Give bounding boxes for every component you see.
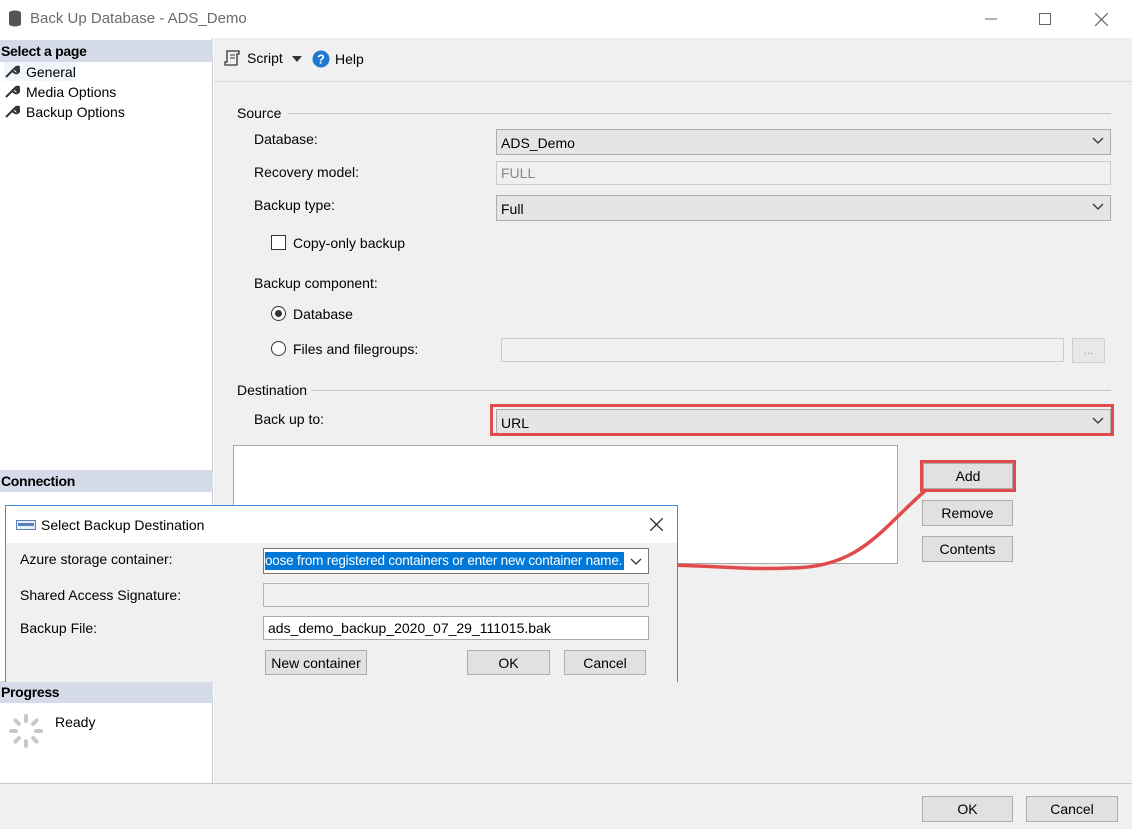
- help-button[interactable]: ? Help: [312, 50, 364, 68]
- maximize-icon: [1039, 13, 1051, 25]
- page-item-media-options[interactable]: Media Options: [4, 82, 116, 101]
- progress-header: Progress: [0, 681, 213, 703]
- svg-text:?: ?: [317, 52, 325, 67]
- add-button-highlight: [920, 460, 1016, 492]
- chevron-down-icon: [1092, 137, 1104, 144]
- destination-divider: [311, 390, 1111, 391]
- copy-only-label: Copy-only backup: [293, 235, 406, 251]
- page-item-backup-options[interactable]: Backup Options: [4, 102, 125, 121]
- filegroups-browse-button[interactable]: ...: [1072, 338, 1105, 363]
- dialog-title-bar: Select Backup Destination: [6, 506, 677, 543]
- connection-header: Connection: [0, 470, 213, 492]
- component-database-radio[interactable]: [271, 306, 286, 321]
- window-title: Back Up Database - ADS_Demo: [30, 10, 247, 27]
- dialog-cancel-button[interactable]: Cancel: [564, 650, 646, 675]
- caret-down-icon: [292, 56, 302, 62]
- script-button[interactable]: Script: [224, 50, 283, 66]
- backup-component-label: Backup component:: [254, 275, 378, 291]
- progress-spinner-icon: [9, 714, 43, 748]
- new-container-button[interactable]: New container: [265, 650, 367, 675]
- wrench-icon: [5, 105, 20, 118]
- dialog-window-icon: [16, 520, 36, 530]
- database-value: ADS_Demo: [501, 135, 575, 151]
- copy-only-checkbox[interactable]: [271, 235, 286, 250]
- destination-group-label: Destination: [237, 382, 308, 398]
- footer-bar: OK Cancel: [0, 783, 1132, 829]
- page-item-label: Media Options: [26, 83, 117, 100]
- component-files-radio[interactable]: [271, 341, 286, 356]
- wrench-icon: [5, 65, 20, 78]
- maximize-button[interactable]: [1022, 0, 1068, 38]
- source-divider: [288, 113, 1111, 114]
- help-label: Help: [335, 51, 364, 67]
- chevron-down-icon: [630, 558, 642, 565]
- filegroups-field: [501, 338, 1064, 362]
- backup-type-label: Backup type:: [254, 197, 335, 213]
- azure-container-label: Azure storage container:: [20, 551, 173, 567]
- close-button[interactable]: [1078, 0, 1124, 38]
- minimize-icon: [985, 18, 997, 20]
- page-item-label: General: [26, 63, 76, 80]
- dialog-ok-button[interactable]: OK: [467, 650, 550, 675]
- help-icon: ?: [312, 50, 330, 68]
- sas-label: Shared Access Signature:: [20, 587, 182, 603]
- minimize-button[interactable]: [968, 0, 1014, 38]
- sas-field[interactable]: [263, 583, 649, 607]
- remove-button[interactable]: Remove: [922, 500, 1013, 526]
- script-label: Script: [247, 50, 283, 66]
- script-icon: [224, 50, 240, 66]
- dialog-close-icon[interactable]: [650, 518, 663, 531]
- script-dropdown-button[interactable]: [292, 56, 302, 62]
- back-up-to-highlight: [490, 404, 1114, 436]
- database-icon: [9, 10, 21, 27]
- source-group-label: Source: [237, 105, 282, 121]
- recovery-model-label: Recovery model:: [254, 164, 360, 180]
- database-select[interactable]: ADS_Demo: [496, 129, 1111, 155]
- backup-file-label: Backup File:: [20, 620, 98, 636]
- recovery-model-field: FULL: [496, 161, 1111, 185]
- progress-status: Ready: [55, 714, 96, 730]
- close-icon: [1094, 12, 1108, 26]
- azure-container-value: oose from registered containers or enter…: [265, 552, 624, 570]
- backup-file-field[interactable]: ads_demo_backup_2020_07_29_111015.bak: [263, 616, 649, 640]
- select-page-header: Select a page: [0, 40, 213, 62]
- toolbar: Script ? Help: [214, 38, 1132, 82]
- dialog-title: Select Backup Destination: [41, 517, 205, 533]
- page-item-general[interactable]: General: [4, 62, 76, 81]
- contents-button[interactable]: Contents: [922, 536, 1013, 562]
- page-item-label: Backup Options: [26, 103, 125, 120]
- chevron-down-icon: [1092, 203, 1104, 210]
- azure-container-select[interactable]: oose from registered containers or enter…: [263, 548, 649, 574]
- cancel-button[interactable]: Cancel: [1026, 796, 1118, 822]
- back-up-to-label: Back up to:: [254, 411, 325, 427]
- backup-type-value: Full: [501, 201, 524, 217]
- wrench-icon: [5, 85, 20, 98]
- component-files-label: Files and filegroups:: [293, 341, 419, 357]
- component-database-label: Database: [293, 306, 353, 322]
- ok-button[interactable]: OK: [922, 796, 1013, 822]
- database-label: Database:: [254, 131, 318, 147]
- title-bar: Back Up Database - ADS_Demo: [0, 0, 1132, 38]
- backup-type-select[interactable]: Full: [496, 195, 1111, 221]
- select-backup-destination-dialog: Select Backup Destination Azure storage …: [5, 505, 678, 682]
